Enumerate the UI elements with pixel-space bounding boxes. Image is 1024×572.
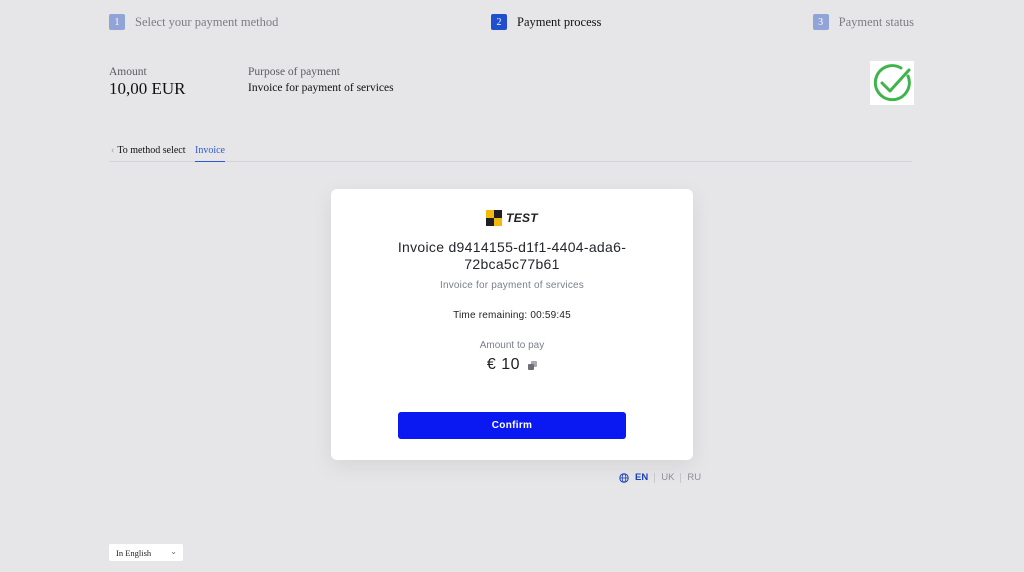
language-select-value: In English — [116, 547, 152, 558]
step-number: 2 — [491, 14, 507, 30]
language-option-en[interactable]: EN — [635, 472, 648, 483]
purpose-block: Purpose of payment Invoice for payment o… — [248, 66, 508, 94]
language-option-uk[interactable]: UK — [661, 472, 674, 483]
language-option-ru[interactable]: RU — [687, 472, 701, 483]
time-remaining: Time remaining: 00:59:45 — [453, 310, 571, 321]
method-tabs: ‹ To method select Invoice — [109, 145, 912, 162]
check-circle-icon — [873, 64, 911, 102]
step-select-method: 1 Select your payment method — [109, 14, 278, 30]
merchant-name: TEST — [506, 211, 538, 225]
merchant-logo-icon — [486, 210, 503, 226]
back-to-method-select-link[interactable]: ‹ To method select — [111, 145, 186, 156]
step-payment-process: 2 Payment process — [491, 14, 601, 30]
invoice-title: Invoice d9414155-d1f1-4404-ada6-72bca5c7… — [397, 239, 627, 272]
step-label: Select your payment method — [135, 14, 279, 29]
language-divider — [680, 472, 682, 483]
payment-stepper: 1 Select your payment method 2 Payment p… — [109, 14, 914, 32]
amount-to-pay-row: € 10 — [331, 356, 693, 374]
merchant-brand: TEST — [331, 210, 693, 226]
amount-to-pay-value: € 10 — [486, 356, 521, 373]
amount-label: Amount — [109, 66, 147, 78]
chevron-down-icon: ⌄ — [170, 547, 177, 556]
step-number: 1 — [109, 14, 125, 30]
purpose-value: Invoice for payment of services — [248, 82, 394, 94]
copy-icon[interactable] — [528, 360, 538, 370]
amount-to-pay-label: Amount to pay — [479, 340, 545, 351]
language-switcher: EN UK RU — [619, 472, 701, 483]
step-number: 3 — [812, 14, 829, 30]
amount-value: 10,00 EUR — [109, 79, 186, 98]
language-divider — [654, 472, 656, 483]
step-label: Payment process — [517, 14, 602, 29]
invoice-description: Invoice for payment of services — [439, 280, 585, 291]
globe-icon — [619, 472, 629, 483]
confirm-button[interactable]: Confirm — [398, 412, 626, 439]
step-payment-status: 3 Payment status — [812, 14, 914, 30]
back-link-label: To method select — [117, 145, 186, 156]
step-label: Payment status — [838, 14, 914, 29]
status-check-box — [870, 61, 914, 105]
amount-block: Amount 10,00 EUR — [109, 66, 239, 99]
chevron-left-icon: ‹ — [111, 145, 115, 156]
tab-invoice[interactable]: Invoice — [195, 145, 225, 162]
purpose-label: Purpose of payment — [248, 66, 340, 78]
language-select[interactable]: In English ⌄ — [109, 544, 183, 561]
invoice-card: TEST Invoice d9414155-d1f1-4404-ada6-72b… — [331, 189, 693, 460]
